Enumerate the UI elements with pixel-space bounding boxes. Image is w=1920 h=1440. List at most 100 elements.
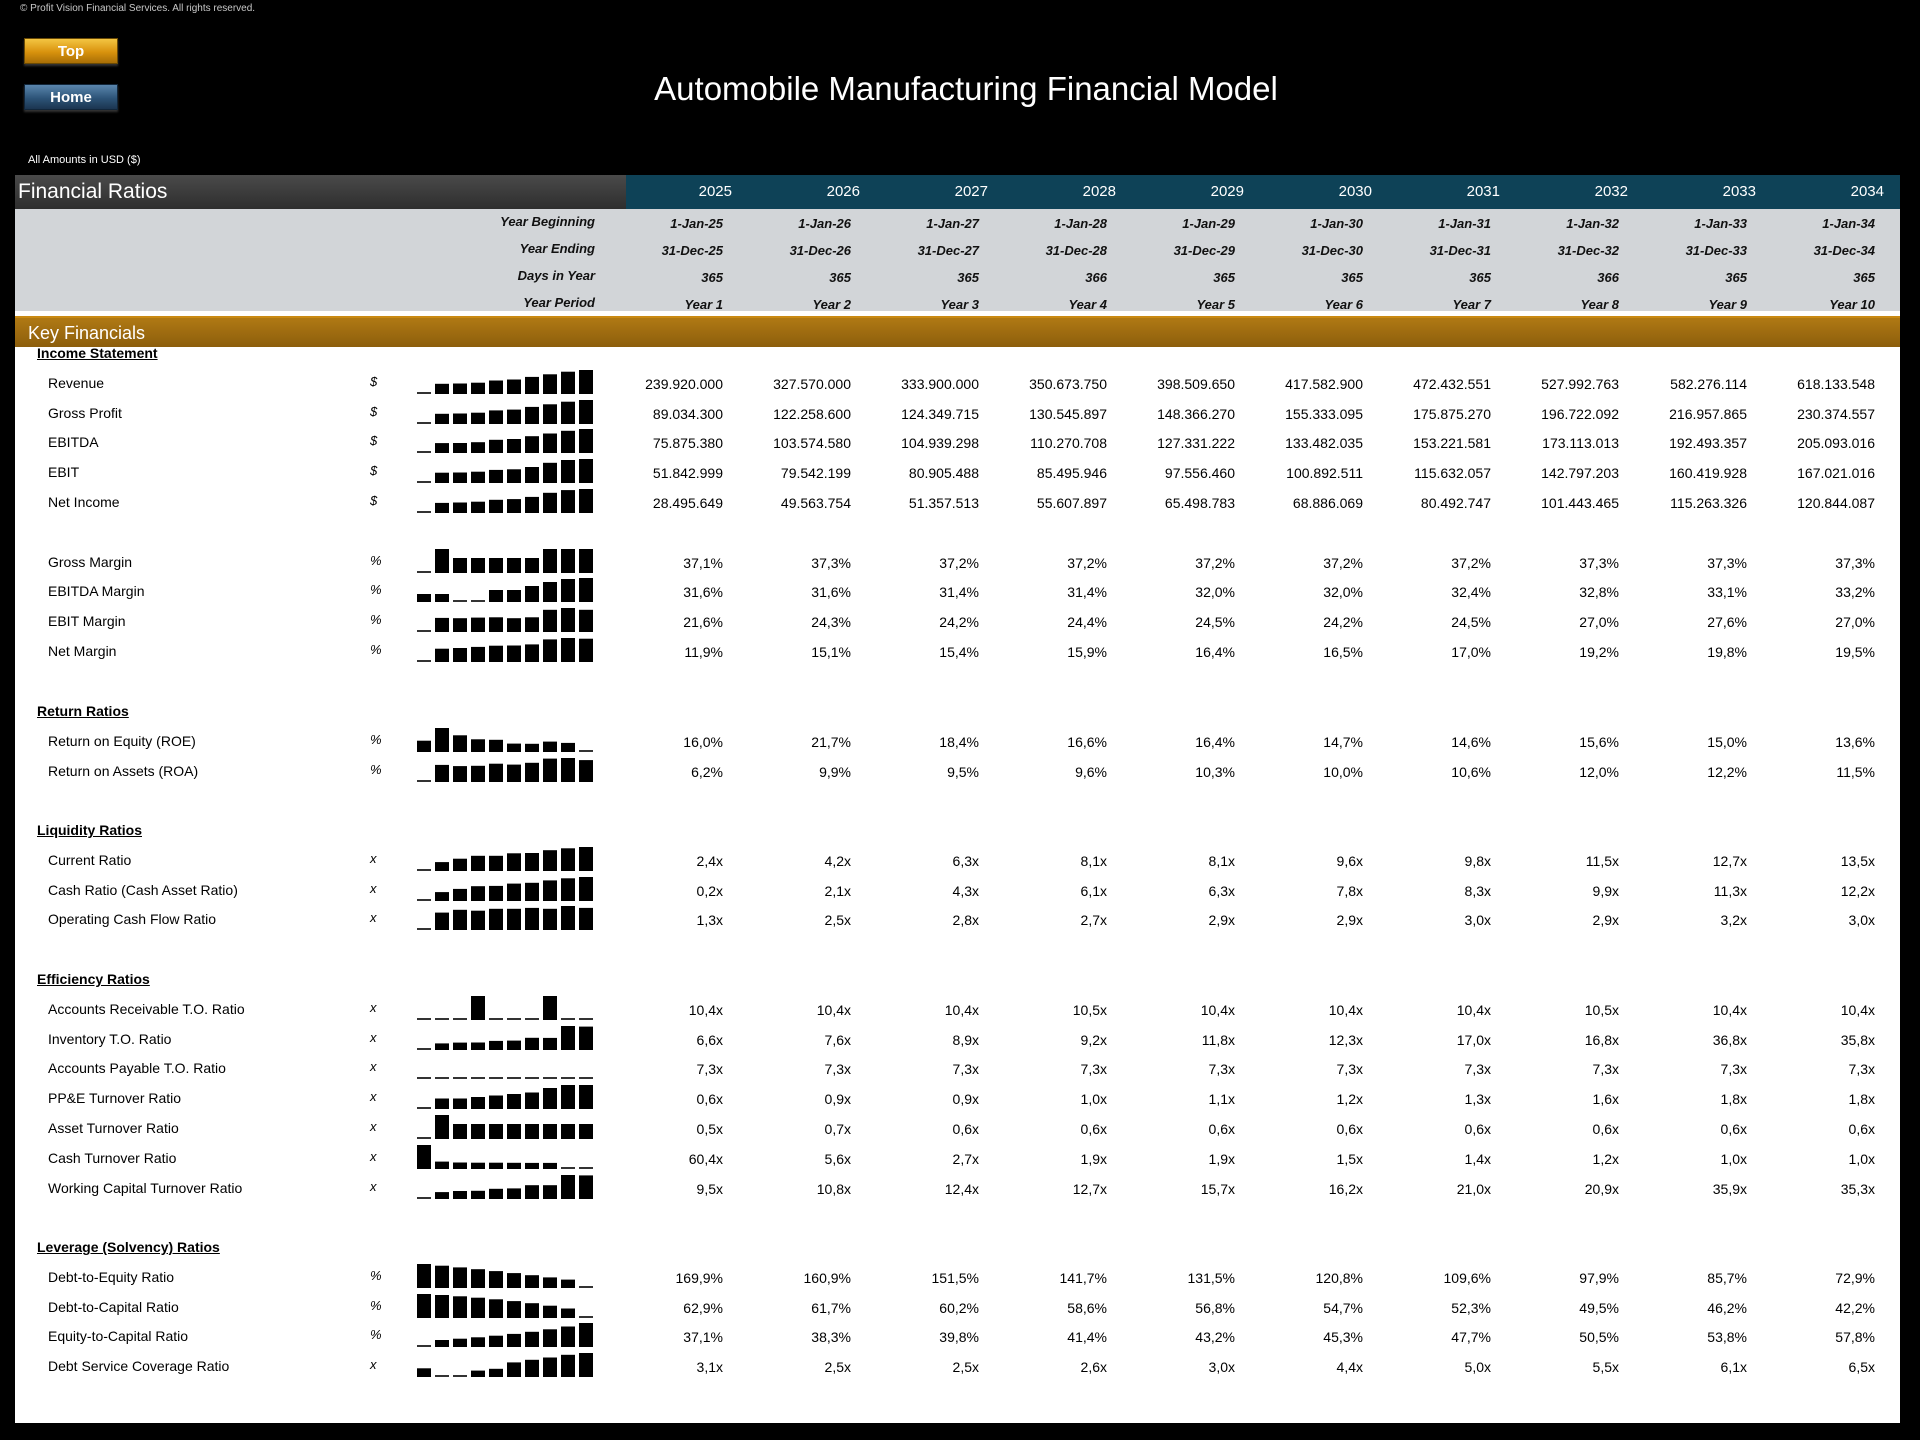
- sparkline-bar: [543, 1329, 557, 1348]
- sparkline-bar: [435, 1115, 449, 1139]
- sparkline-chart: [417, 1323, 593, 1348]
- row-label: Net Margin: [48, 643, 117, 659]
- sparkline-bar: [507, 439, 521, 454]
- row-value: 24,2%: [1323, 614, 1363, 631]
- sparkline-bar: [417, 1196, 431, 1199]
- sparkline-chart: [417, 1077, 593, 1080]
- row-value: 11,9%: [684, 644, 723, 660]
- year-header-2031: 2031: [1466, 183, 1500, 200]
- sparkline-bar: [543, 1037, 557, 1050]
- sparkline-chart: [417, 1263, 593, 1288]
- row-unit: %: [370, 1297, 382, 1313]
- row-value: 62,9%: [683, 1299, 723, 1316]
- sparkline-bar: [453, 765, 467, 782]
- sparkline-chart: [417, 1025, 593, 1050]
- row-value: 27,0%: [1579, 614, 1619, 631]
- row-value: 16,2x: [1328, 1180, 1363, 1197]
- row-value: 7,3x: [1208, 1061, 1235, 1078]
- sparkline-bar: [489, 1336, 503, 1348]
- sparkline-bar: [489, 380, 503, 394]
- row-value: 7,3x: [1080, 1061, 1107, 1078]
- sparkline-bar: [435, 502, 449, 513]
- row-value: 6,2%: [691, 763, 723, 780]
- period-value: Year 4: [1068, 297, 1107, 312]
- sparkline-chart: [417, 757, 593, 782]
- row-value: 109,6%: [1443, 1269, 1491, 1286]
- section-title: Leverage (Solvency) Ratios: [37, 1239, 220, 1255]
- period-value: 31-Dec-32: [1557, 243, 1619, 258]
- sparkline-bar: [579, 578, 593, 603]
- row-value: 151,5%: [931, 1269, 979, 1286]
- row-value: 85,7%: [1707, 1269, 1747, 1286]
- row-value: 5,6x: [824, 1150, 851, 1167]
- row-value: 216.957.865: [1669, 405, 1747, 422]
- sparkline-bar: [489, 1270, 503, 1288]
- row-label: Cash Ratio (Cash Asset Ratio): [48, 881, 238, 898]
- row-value: 7,3x: [1848, 1061, 1875, 1078]
- sparkline-bar: [453, 1077, 467, 1080]
- sparkline-bar: [543, 909, 557, 931]
- sparkline-bar: [489, 1188, 503, 1199]
- sparkline-bar: [543, 492, 557, 513]
- sparkline-bar: [543, 609, 557, 633]
- row-value: 9,5x: [696, 1180, 723, 1197]
- sparkline-bar: [417, 1263, 431, 1288]
- sparkline-bar: [471, 1077, 485, 1080]
- row-value: 0,6x: [952, 1121, 979, 1137]
- row-value: 120.844.087: [1797, 495, 1875, 511]
- row-label: Inventory T.O. Ratio: [48, 1030, 172, 1047]
- row-value: 0,5x: [696, 1121, 723, 1137]
- row-value: 32,0%: [1323, 584, 1363, 601]
- row-value: 2,9x: [1336, 912, 1363, 929]
- sparkline-bar: [507, 1272, 521, 1288]
- sparkline-chart: [417, 489, 593, 513]
- sparkline-bar: [453, 1042, 467, 1050]
- sparkline-bar: [543, 582, 557, 603]
- row-unit: %: [370, 1267, 382, 1283]
- sparkline-chart: [417, 608, 593, 633]
- sparkline-bar: [417, 740, 431, 752]
- sparkline-chart: [417, 1085, 593, 1110]
- sparkline-bar: [579, 759, 593, 782]
- sparkline-bar: [543, 1184, 557, 1199]
- period-value: 366: [1597, 270, 1619, 285]
- sparkline-bar: [561, 608, 575, 633]
- sparkline-bar: [453, 648, 467, 662]
- row-value: 31,4%: [939, 584, 979, 601]
- sparkline-bar: [543, 849, 557, 871]
- sparkline-bar: [561, 906, 575, 931]
- period-value: Year 5: [1196, 297, 1235, 312]
- row-label: Equity-to-Capital Ratio: [48, 1328, 189, 1345]
- period-value: 31-Dec-25: [661, 243, 723, 258]
- section-title: Income Statement: [37, 345, 158, 361]
- row-value: 37,3%: [1579, 554, 1619, 571]
- row-label: Current Ratio: [48, 851, 132, 868]
- row-value: 7,3x: [952, 1061, 979, 1078]
- sparkline-bar: [507, 1124, 521, 1139]
- sparkline-bar: [471, 382, 485, 394]
- row-value: 37,3%: [1707, 554, 1747, 571]
- row-unit: x: [370, 1089, 377, 1105]
- sparkline-bar: [435, 1098, 449, 1110]
- sparkline-chart: [417, 995, 593, 1020]
- sparkline-bar: [543, 1162, 557, 1169]
- sparkline-bar: [525, 852, 539, 871]
- period-value: 365: [1341, 270, 1363, 285]
- top-button[interactable]: Top: [24, 38, 118, 64]
- sparkline-bar: [561, 1077, 575, 1080]
- sparkline-bar: [561, 757, 575, 782]
- row-value: 142.797.203: [1541, 465, 1619, 482]
- sparkline-bar: [417, 928, 431, 931]
- row-value: 60,4x: [688, 1150, 723, 1167]
- period-value: 1-Jan-25: [670, 216, 723, 231]
- row-value: 17,0x: [1456, 1031, 1491, 1048]
- sparkline-bar: [489, 590, 503, 603]
- sparkline-bar: [489, 1162, 503, 1169]
- sparkline-bar: [561, 431, 575, 454]
- row-value: 9,5%: [947, 763, 979, 780]
- row-value: 9,6%: [1075, 763, 1107, 780]
- row-value: 16,8x: [1584, 1031, 1619, 1048]
- row-value: 131,5%: [1187, 1269, 1235, 1286]
- sparkline-bar: [561, 848, 575, 871]
- row-value: 72,9%: [1835, 1269, 1875, 1286]
